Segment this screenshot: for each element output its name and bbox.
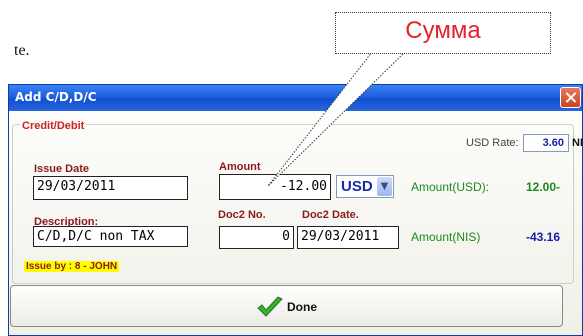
usd-rate-unit: NIS [572,137,583,149]
amount-usd-value: 12.00- [526,180,561,194]
usd-rate-field[interactable]: 3.60 [523,134,569,152]
close-icon[interactable] [560,87,581,108]
done-button[interactable]: Done [10,285,563,327]
window-title: Add C/D,D/C [15,90,97,104]
currency-selected: USD [341,178,373,195]
amount-field[interactable]: -12.00 [219,174,331,200]
doc2-date-field[interactable]: 29/03/2011 [297,226,399,249]
amount-usd-label: Amount(USD): [411,180,490,194]
doc2-no-label: Doc2 No. [218,209,266,221]
callout-box: Сумма [335,12,551,54]
title-bar[interactable]: Add C/D,D/C [9,85,582,111]
issue-by-label: Issue by : 8 - JOHN [24,261,120,272]
issue-date-label: Issue Date [34,163,90,175]
amount-nis-label: Amount(NIS) [411,230,481,244]
done-label: Done [287,300,317,314]
description-field[interactable]: C/D,D/C non TAX [33,226,188,247]
background-text: te. [14,42,30,59]
currency-select[interactable]: USD ▼ [336,175,394,198]
check-icon [257,296,283,317]
issue-date-field[interactable]: 29/03/2011 [33,176,188,200]
chevron-down-icon[interactable]: ▼ [377,177,392,196]
doc2-date-label: Doc2 Date. [302,209,359,221]
callout-text: Сумма [405,17,481,44]
usd-rate-label: USD Rate: [466,137,519,149]
doc2-no-field[interactable]: 0 [219,226,294,249]
amount-nis-value: -43.16 [526,230,561,244]
amount-label: Amount [219,161,261,173]
group-title: Credit/Debit [20,120,87,132]
